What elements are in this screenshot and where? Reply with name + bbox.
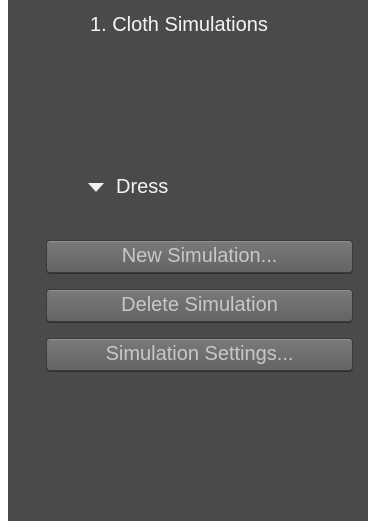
triangle-down-icon[interactable] bbox=[88, 183, 104, 192]
group-label: Dress bbox=[116, 175, 169, 198]
delete-simulation-button[interactable]: Delete Simulation bbox=[46, 289, 353, 322]
panel-title: 1. Cloth Simulations bbox=[90, 14, 268, 36]
dress-group-header[interactable]: Dress bbox=[88, 175, 168, 199]
new-simulation-button[interactable]: New Simulation... bbox=[46, 240, 353, 273]
simulation-settings-button[interactable]: Simulation Settings... bbox=[46, 338, 353, 371]
cloth-simulations-panel: 1. Cloth Simulations Dress New Simulatio… bbox=[8, 0, 368, 521]
